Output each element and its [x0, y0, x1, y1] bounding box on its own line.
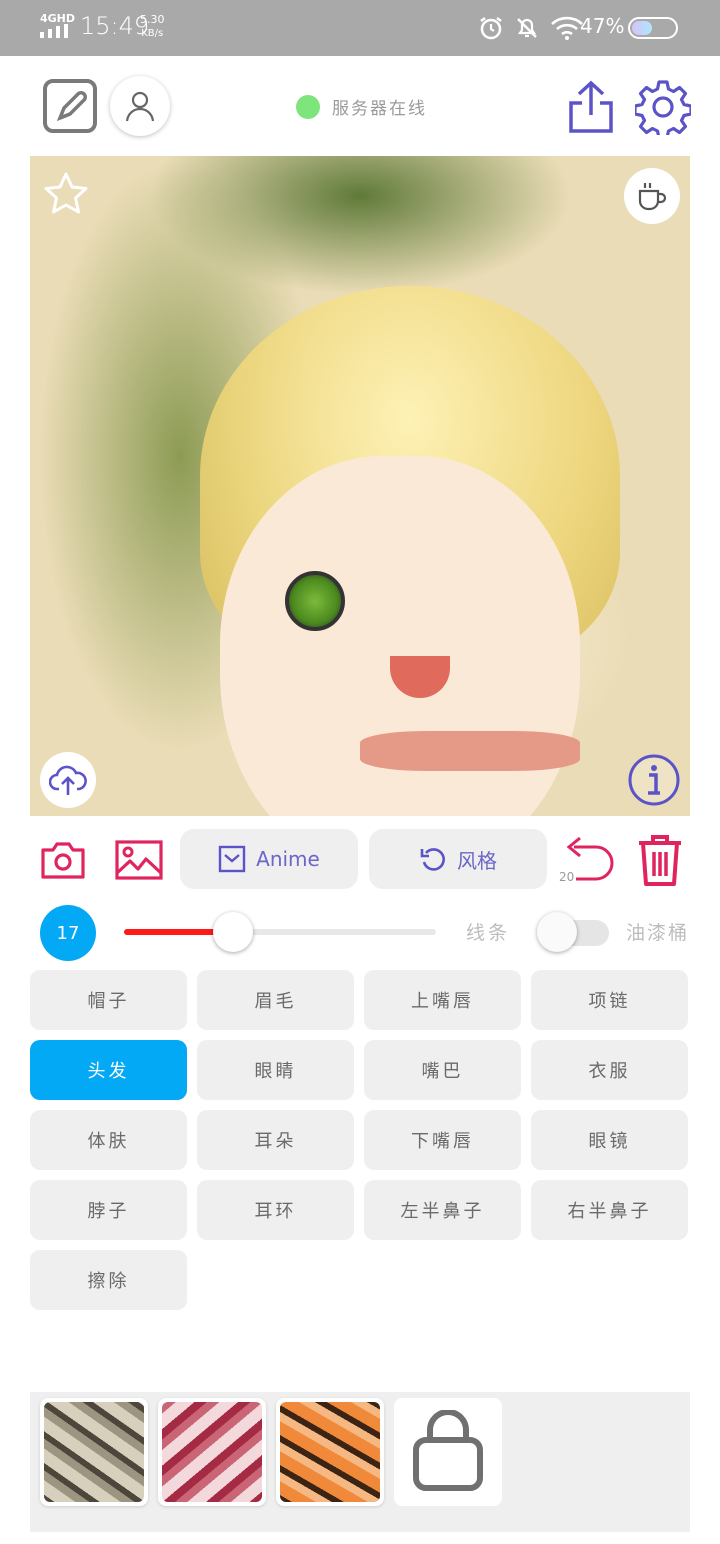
wifi-icon — [551, 16, 583, 40]
user-icon — [125, 91, 155, 122]
speed-value: 5.30 — [140, 13, 165, 26]
part-button[interactable]: 眼睛 — [197, 1040, 354, 1100]
battery-icon — [628, 17, 678, 39]
cloud-upload-icon — [49, 765, 87, 795]
part-button[interactable]: 下嘴唇 — [364, 1110, 521, 1170]
gallery-button[interactable] — [112, 836, 166, 884]
artwork-eye — [285, 571, 345, 631]
clock: 15:49 — [80, 12, 150, 40]
star-icon — [44, 172, 88, 214]
coffee-button[interactable] — [624, 168, 680, 224]
part-button[interactable]: 右半鼻子 — [531, 1180, 688, 1240]
upload-button[interactable] — [40, 752, 96, 808]
coffee-icon — [638, 183, 667, 211]
part-button[interactable]: 耳朵 — [197, 1110, 354, 1170]
favorite-button[interactable] — [40, 168, 92, 220]
edit-icon — [43, 79, 97, 133]
refresh-icon — [420, 848, 445, 871]
toggle-knob — [537, 912, 577, 952]
style-label: 风格 — [457, 848, 497, 873]
texture-panel — [30, 1392, 690, 1532]
server-status-text: 服务器在线 — [332, 99, 427, 119]
camera-button[interactable] — [38, 836, 88, 884]
style-button[interactable]: 风格 — [369, 829, 547, 889]
anime-button[interactable]: Anime — [180, 829, 358, 889]
part-button[interactable]: 上嘴唇 — [364, 970, 521, 1030]
part-button[interactable]: 脖子 — [30, 1180, 187, 1240]
edit-button[interactable] — [40, 76, 100, 136]
share-button[interactable] — [564, 78, 618, 136]
drawing-canvas[interactable] — [30, 156, 690, 816]
part-button[interactable]: 嘴巴 — [364, 1040, 521, 1100]
status-dot — [296, 94, 320, 119]
locked-texture-button[interactable] — [394, 1398, 502, 1506]
mute-bell-icon — [517, 18, 537, 38]
paint-bucket-toggle[interactable] — [537, 912, 609, 952]
texture-swatch-2[interactable] — [158, 1398, 266, 1506]
part-button[interactable]: 耳环 — [197, 1180, 354, 1240]
paint-bucket-label: 油漆桶 — [626, 922, 690, 944]
texture-image — [44, 1402, 144, 1502]
part-button[interactable]: 擦除 — [30, 1250, 187, 1310]
battery-percent: 47% — [580, 14, 625, 38]
status-icons — [478, 14, 584, 42]
battery-level — [632, 21, 652, 35]
status-bar: 4GHD 15:49 5.30 KB/s 47% — [0, 0, 720, 56]
part-button[interactable]: 头发 — [30, 1040, 187, 1100]
signal-icon — [40, 24, 68, 38]
checkbox-mail-icon — [218, 845, 246, 873]
texture-swatch-1[interactable] — [40, 1398, 148, 1506]
part-button[interactable]: 衣服 — [531, 1040, 688, 1100]
brush-size-slider[interactable] — [124, 912, 436, 952]
texture-image — [280, 1402, 380, 1502]
part-button[interactable]: 左半鼻子 — [364, 1180, 521, 1240]
alarm-icon — [480, 17, 502, 40]
undo-count: 20 — [559, 870, 575, 884]
camera-icon — [41, 842, 85, 879]
delete-button[interactable] — [632, 830, 688, 890]
speed-unit: KB/s — [141, 28, 164, 39]
lock-icon — [413, 1410, 483, 1491]
server-status: 服务器在线 — [296, 94, 427, 119]
image-icon — [115, 840, 163, 880]
network-speed: 5.30 KB/s — [140, 13, 165, 41]
share-icon — [569, 80, 613, 133]
part-button[interactable]: 帽子 — [30, 970, 187, 1030]
part-button[interactable]: 项链 — [531, 970, 688, 1030]
info-icon — [628, 754, 680, 806]
part-button[interactable]: 体肤 — [30, 1110, 187, 1170]
brush-size-value: 17 — [56, 922, 80, 944]
brush-size-indicator[interactable]: 17 — [40, 905, 96, 961]
texture-image — [162, 1402, 262, 1502]
part-button[interactable]: 眉毛 — [197, 970, 354, 1030]
trash-icon — [639, 835, 681, 886]
slider-thumb[interactable] — [213, 912, 254, 952]
texture-swatch-3[interactable] — [276, 1398, 384, 1506]
part-button[interactable]: 眼镜 — [531, 1110, 688, 1170]
line-mode-label: 线条 — [466, 922, 511, 944]
artwork-collar — [360, 731, 580, 771]
gear-icon — [635, 80, 691, 135]
info-button[interactable] — [626, 752, 682, 808]
settings-button[interactable] — [634, 78, 692, 136]
profile-button[interactable] — [110, 76, 170, 136]
anime-label: Anime — [256, 847, 320, 871]
